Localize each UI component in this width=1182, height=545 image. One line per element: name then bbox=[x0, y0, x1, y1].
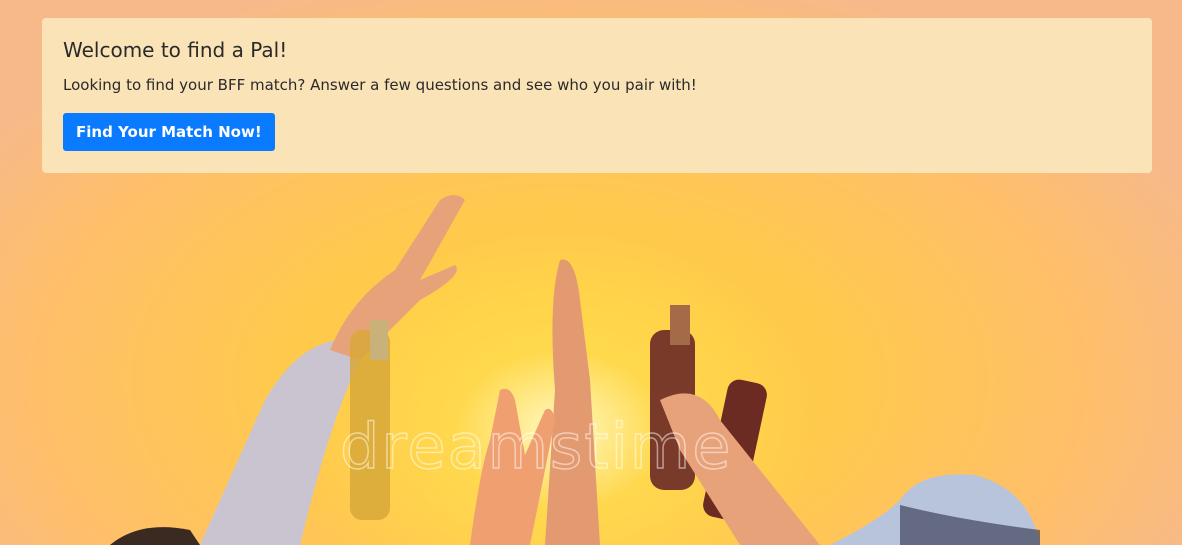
watermark-text: dreamstime bbox=[339, 409, 733, 484]
find-match-button[interactable]: Find Your Match Now! bbox=[63, 113, 275, 151]
welcome-panel: Welcome to find a Pal! Looking to find y… bbox=[42, 18, 1152, 173]
left-hand bbox=[330, 195, 465, 360]
page-title: Welcome to find a Pal! bbox=[63, 38, 288, 62]
center-arm bbox=[545, 259, 600, 545]
hair bbox=[110, 527, 200, 545]
intro-text: Looking to find your BFF match? Answer a… bbox=[63, 76, 697, 94]
left-arm-sleeve bbox=[200, 340, 360, 545]
